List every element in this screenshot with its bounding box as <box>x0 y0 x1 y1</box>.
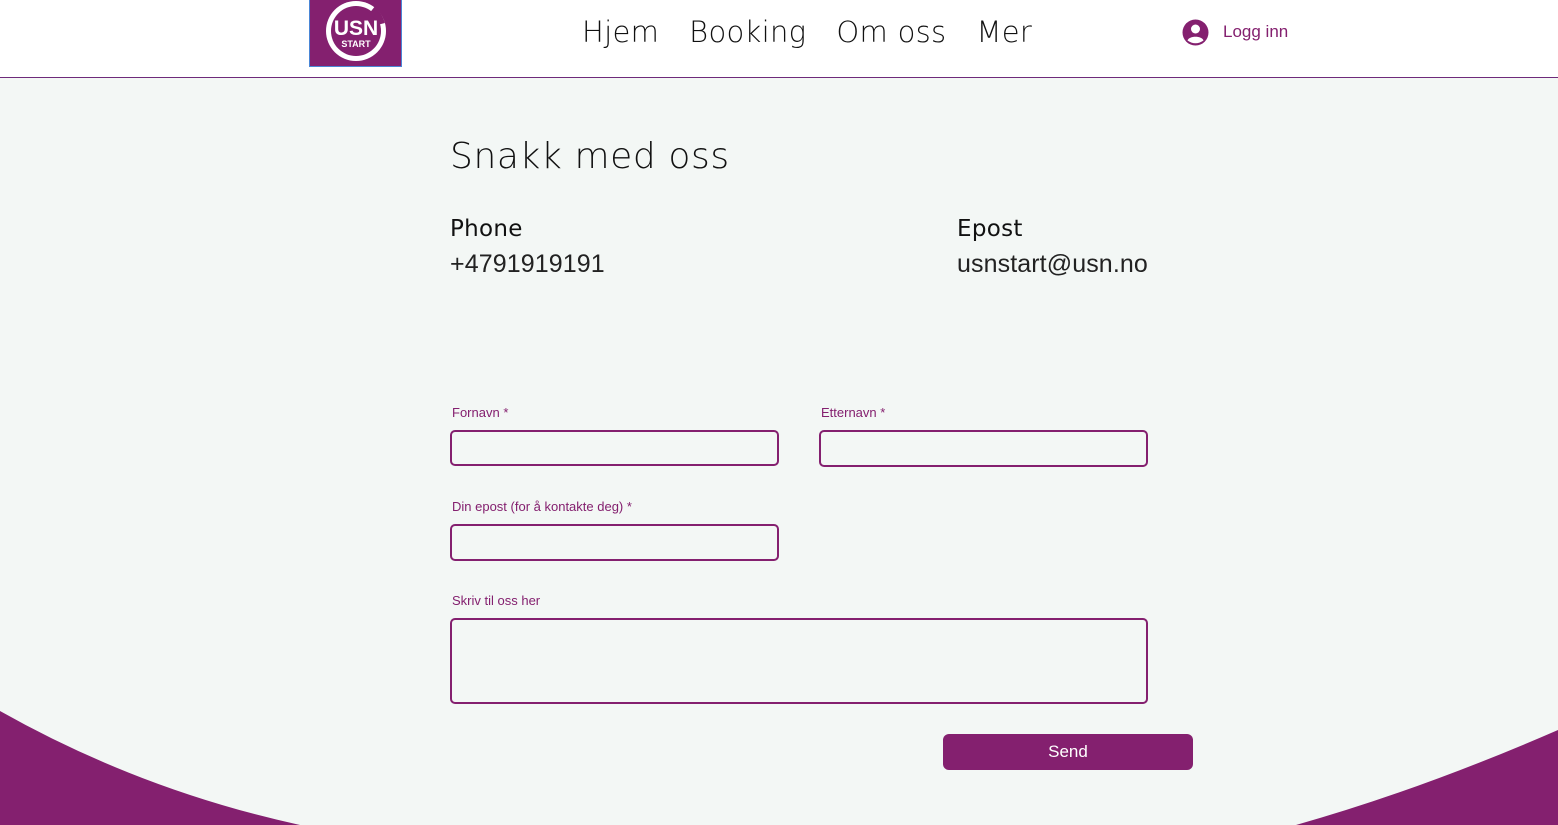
message-label: Skriv til oss her <box>452 593 541 608</box>
send-button[interactable]: Send <box>943 734 1193 770</box>
phone-label: Phone <box>450 216 523 242</box>
logo-mark: USN START <box>326 1 386 61</box>
page-title: Snakk med oss <box>450 136 730 177</box>
nav-item-hjem[interactable]: Hjem <box>567 12 674 52</box>
nav-item-booking[interactable]: Booking <box>674 12 821 52</box>
message-textarea[interactable] <box>450 618 1148 704</box>
last-name-input[interactable] <box>819 430 1148 467</box>
nav-item-om-oss[interactable]: Om oss <box>821 12 961 52</box>
user-avatar-icon <box>1182 19 1209 45</box>
main-nav: Hjem Booking Om oss Mer <box>567 12 1047 52</box>
email-input[interactable] <box>450 524 779 561</box>
last-name-label-text: Etternavn <box>821 405 877 420</box>
required-mark: * <box>626 499 632 514</box>
email-field-label: Din epost (for å kontakte deg) * <box>452 499 632 514</box>
logo-text: USN <box>334 17 378 40</box>
phone-value[interactable]: +4791919191 <box>450 250 605 279</box>
required-mark: * <box>503 405 509 420</box>
page: USN START Hjem Booking Om oss Mer Logg i… <box>0 0 1558 825</box>
login-label: Logg inn <box>1223 22 1289 41</box>
email-value[interactable]: usnstart@usn.no <box>957 250 1148 279</box>
login-button[interactable]: Logg inn <box>1182 16 1288 48</box>
bottom-wave-decoration <box>0 711 1558 825</box>
logo-subtext: START <box>341 39 371 49</box>
first-name-label: Fornavn * <box>452 405 508 420</box>
first-name-label-text: Fornavn <box>452 405 500 420</box>
first-name-input[interactable] <box>450 430 779 466</box>
email-field-label-text: Din epost (for å kontakte deg) <box>452 499 624 514</box>
site-header: USN START Hjem Booking Om oss Mer Logg i… <box>0 0 1558 78</box>
email-label: Epost <box>957 216 1023 242</box>
usn-start-logo[interactable]: USN START <box>309 0 402 67</box>
last-name-label: Etternavn * <box>821 405 885 420</box>
nav-item-mer[interactable]: Mer <box>961 12 1047 52</box>
required-mark: * <box>880 405 886 420</box>
